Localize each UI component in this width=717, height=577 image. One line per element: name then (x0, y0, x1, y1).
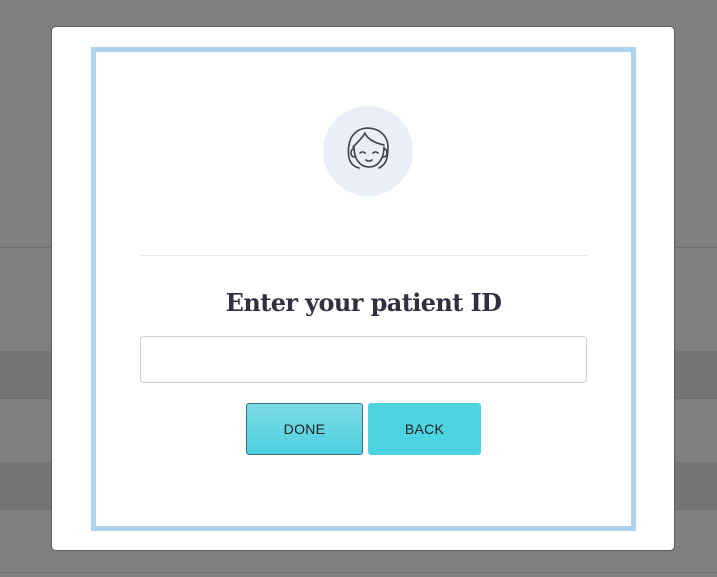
modal-frame: Enter your patient ID DONE BACK (91, 47, 636, 531)
background-divider (0, 572, 717, 573)
done-button[interactable]: DONE (246, 403, 363, 455)
avatar (323, 106, 413, 196)
dialog-title: Enter your patient ID (225, 288, 502, 317)
patient-id-modal: Enter your patient ID DONE BACK (51, 26, 675, 551)
divider (141, 255, 588, 256)
woman-face-icon (347, 127, 389, 169)
back-button[interactable]: BACK (368, 403, 481, 455)
patient-id-input[interactable] (140, 336, 587, 383)
